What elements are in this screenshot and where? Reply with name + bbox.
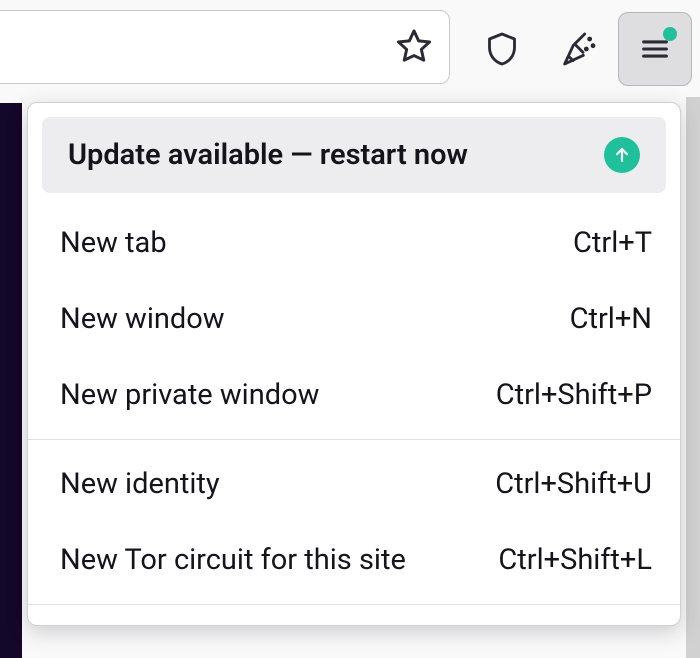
menu-item-new-identity[interactable]: New identity Ctrl+Shift+U bbox=[28, 446, 680, 522]
menu-item-new-window[interactable]: New window Ctrl+N bbox=[28, 281, 680, 357]
menu-item-shortcut: Ctrl+Shift+L bbox=[498, 543, 652, 577]
update-indicator-dot bbox=[663, 27, 677, 41]
scrollbar[interactable] bbox=[686, 97, 700, 658]
shield-icon bbox=[482, 29, 522, 69]
menu-update-banner[interactable]: Update available — restart now bbox=[42, 117, 666, 193]
browser-toolbar bbox=[0, 0, 700, 98]
app-menu-button[interactable] bbox=[618, 12, 692, 86]
page-content-sliver bbox=[0, 103, 22, 658]
shield-button[interactable] bbox=[466, 13, 538, 85]
menu-item-label: New identity bbox=[60, 467, 220, 501]
menu-item-new-tab[interactable]: New tab Ctrl+T bbox=[28, 205, 680, 281]
url-bar[interactable] bbox=[0, 10, 450, 84]
menu-item-label: New private window bbox=[60, 378, 319, 412]
menu-item-shortcut: Ctrl+T bbox=[573, 226, 652, 260]
menu-separator bbox=[28, 604, 680, 605]
star-icon[interactable] bbox=[393, 26, 435, 68]
broom-icon bbox=[558, 29, 598, 69]
toolbar-buttons bbox=[464, 0, 700, 97]
app-menu-panel: Update available — restart now New tab C… bbox=[27, 102, 681, 626]
menu-item-label: New tab bbox=[60, 226, 167, 260]
update-arrow-icon bbox=[604, 137, 640, 173]
broom-button[interactable] bbox=[542, 13, 614, 85]
menu-item-new-private-window[interactable]: New private window Ctrl+Shift+P bbox=[28, 357, 680, 433]
menu-item-shortcut: Ctrl+N bbox=[570, 302, 652, 336]
menu-item-label: New window bbox=[60, 302, 225, 336]
menu-item-label: New Tor circuit for this site bbox=[60, 543, 406, 577]
menu-item-new-tor-circuit[interactable]: New Tor circuit for this site Ctrl+Shift… bbox=[28, 522, 680, 598]
update-banner-label: Update available — restart now bbox=[68, 138, 468, 172]
menu-item-shortcut: Ctrl+Shift+U bbox=[495, 467, 652, 501]
menu-item-shortcut: Ctrl+Shift+P bbox=[496, 378, 652, 412]
menu-separator bbox=[28, 439, 680, 440]
